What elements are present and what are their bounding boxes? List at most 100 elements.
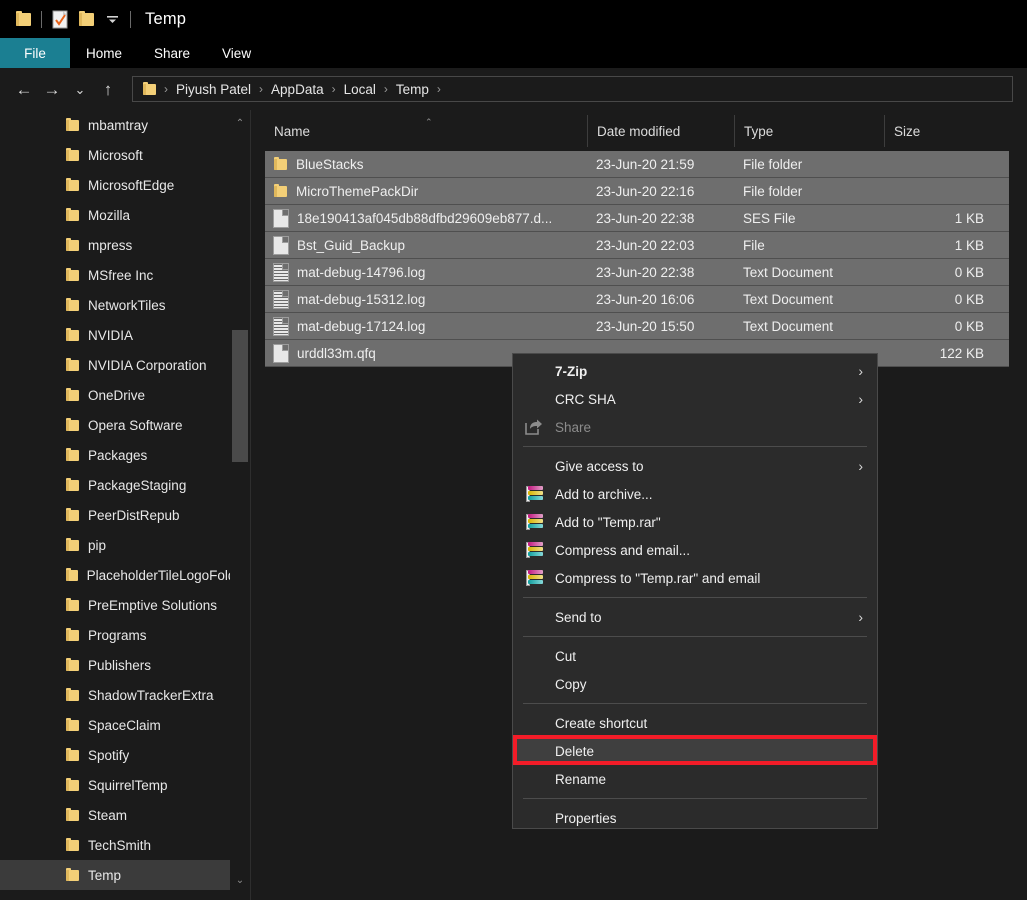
sidebar-item-placeholdertilelogofolder[interactable]: PlaceholderTileLogoFolder bbox=[0, 560, 230, 590]
breadcrumb-item-3[interactable]: Temp bbox=[392, 82, 433, 97]
sidebar-item-packagestaging[interactable]: PackageStaging bbox=[0, 470, 230, 500]
table-row[interactable]: BlueStacks23-Jun-20 21:59File folder bbox=[265, 151, 1009, 178]
tab-share[interactable]: Share bbox=[138, 38, 206, 68]
breadcrumb[interactable]: › Piyush Patel › AppData › Local › Temp … bbox=[132, 76, 1013, 102]
sidebar-item-publishers[interactable]: Publishers bbox=[0, 650, 230, 680]
folder-icon bbox=[66, 750, 79, 761]
sidebar-item-squirreltemp[interactable]: SquirrelTemp bbox=[0, 770, 230, 800]
sidebar-item-nvidia-corporation[interactable]: NVIDIA Corporation bbox=[0, 350, 230, 380]
breadcrumb-item-1[interactable]: AppData bbox=[267, 82, 328, 97]
back-icon[interactable]: ← bbox=[10, 75, 38, 103]
breadcrumb-separator-1: › bbox=[258, 82, 264, 96]
sidebar-item-temp[interactable]: Temp bbox=[0, 860, 230, 890]
cell-type: Text Document bbox=[734, 319, 884, 334]
table-row[interactable]: Bst_Guid_Backup23-Jun-20 22:03File1 KB bbox=[265, 232, 1009, 259]
sidebar-item-msfree-inc[interactable]: MSfree Inc bbox=[0, 260, 230, 290]
folder-icon bbox=[66, 300, 79, 311]
column-header-type[interactable]: Type bbox=[734, 115, 884, 147]
sidebar-item-mozilla[interactable]: Mozilla bbox=[0, 200, 230, 230]
table-row[interactable]: 18e190413af045db88dfbd29609eb877.d...23-… bbox=[265, 205, 1009, 232]
menu-item-copy[interactable]: Copy bbox=[513, 670, 877, 698]
cell-size: 0 KB bbox=[884, 265, 996, 280]
column-header-name[interactable]: Name ⌃ bbox=[265, 115, 587, 147]
menu-item-share: Share bbox=[513, 413, 877, 441]
winrar-icon bbox=[513, 570, 555, 586]
folder-icon bbox=[66, 120, 79, 131]
toolbar-divider-2 bbox=[130, 11, 131, 28]
scroll-up-icon[interactable]: ⌃ bbox=[230, 113, 250, 133]
title-bar: Temp bbox=[0, 0, 1027, 38]
tab-file[interactable]: File bbox=[0, 38, 70, 68]
sidebar-item-shadowtrackerextra[interactable]: ShadowTrackerExtra bbox=[0, 680, 230, 710]
sidebar-item-spotify[interactable]: Spotify bbox=[0, 740, 230, 770]
forward-icon[interactable]: → bbox=[38, 75, 66, 103]
recent-locations-icon[interactable]: ⌄ bbox=[66, 75, 94, 103]
folder-icon bbox=[66, 180, 79, 191]
menu-item-compress-and-email[interactable]: Compress and email... bbox=[513, 536, 877, 564]
sidebar-item-microsoftedge[interactable]: MicrosoftEdge bbox=[0, 170, 230, 200]
menu-item-give-access-to[interactable]: Give access to› bbox=[513, 452, 877, 480]
menu-item-add-to-archive[interactable]: Add to archive... bbox=[513, 480, 877, 508]
menu-item-properties[interactable]: Properties bbox=[513, 804, 877, 832]
sidebar-item-label: NVIDIA Corporation bbox=[88, 358, 207, 373]
menu-item-rename[interactable]: Rename bbox=[513, 765, 877, 793]
tab-home[interactable]: Home bbox=[70, 38, 138, 68]
cell-type: File folder bbox=[734, 184, 884, 199]
table-row[interactable]: mat-debug-15312.log23-Jun-20 16:06Text D… bbox=[265, 286, 1009, 313]
menu-item-label: Rename bbox=[555, 772, 877, 787]
sidebar-item-opera-software[interactable]: Opera Software bbox=[0, 410, 230, 440]
sidebar-item-steam[interactable]: Steam bbox=[0, 800, 230, 830]
sidebar-item-onedrive[interactable]: OneDrive bbox=[0, 380, 230, 410]
navigation-pane[interactable]: mbamtrayMicrosoftMicrosoftEdge Mozilla mpr… bbox=[0, 110, 230, 900]
column-header-date[interactable]: Date modified bbox=[587, 115, 734, 147]
tab-view[interactable]: View bbox=[206, 38, 267, 68]
table-row[interactable]: mat-debug-17124.log23-Jun-20 15:50Text D… bbox=[265, 313, 1009, 340]
properties-icon[interactable] bbox=[47, 6, 73, 32]
sidebar-item-microsoft[interactable]: Microsoft bbox=[0, 140, 230, 170]
sidebar-item-mpress[interactable]: mpress bbox=[0, 230, 230, 260]
menu-item-7-zip[interactable]: 7-Zip› bbox=[513, 357, 877, 385]
menu-item-create-shortcut[interactable]: Create shortcut bbox=[513, 709, 877, 737]
sidebar-item-techsmith[interactable]: TechSmith bbox=[0, 830, 230, 860]
sidebar-item-label: Packages bbox=[88, 448, 147, 463]
sidebar-item-networktiles[interactable]: NetworkTiles bbox=[0, 290, 230, 320]
scroll-down-icon[interactable]: ⌄ bbox=[230, 870, 250, 890]
sidebar-item-pip[interactable]: pip bbox=[0, 530, 230, 560]
menu-item-compress-to-temp-rar-and-email[interactable]: Compress to "Temp.rar" and email bbox=[513, 564, 877, 592]
file-icon bbox=[274, 237, 288, 254]
folder-icon bbox=[66, 780, 79, 791]
sidebar-item-peerdistrepub[interactable]: PeerDistRepub bbox=[0, 500, 230, 530]
folder-icon[interactable] bbox=[10, 6, 36, 32]
menu-item-crc-sha[interactable]: CRC SHA› bbox=[513, 385, 877, 413]
table-row[interactable]: mat-debug-14796.log23-Jun-20 22:38Text D… bbox=[265, 259, 1009, 286]
context-menu[interactable]: 7-Zip›CRC SHA›ShareGive access to›Add to… bbox=[512, 353, 878, 829]
winrar-icon bbox=[513, 542, 555, 558]
menu-item-delete[interactable]: Delete bbox=[513, 737, 877, 765]
sidebar-item-packages[interactable]: Packages bbox=[0, 440, 230, 470]
folder-icon bbox=[66, 600, 79, 611]
cell-type: Text Document bbox=[734, 265, 884, 280]
sidebar-item-label: Mozilla bbox=[88, 208, 130, 223]
column-header-size[interactable]: Size bbox=[884, 115, 984, 147]
sidebar-item-programs[interactable]: Programs bbox=[0, 620, 230, 650]
folder-icon bbox=[274, 159, 287, 170]
menu-item-cut[interactable]: Cut bbox=[513, 642, 877, 670]
sidebar-item-preemptive-solutions[interactable]: PreEmptive Solutions bbox=[0, 590, 230, 620]
sidebar-item-spaceclaim[interactable]: SpaceClaim bbox=[0, 710, 230, 740]
breadcrumb-item-0[interactable]: Piyush Patel bbox=[172, 82, 255, 97]
new-folder-icon[interactable] bbox=[73, 6, 99, 32]
scrollbar-thumb[interactable] bbox=[232, 330, 248, 462]
sidebar-scrollbar[interactable]: ⌃ ⌄ bbox=[230, 110, 250, 900]
up-icon[interactable]: ↑ bbox=[94, 75, 122, 103]
breadcrumb-item-2[interactable]: Local bbox=[340, 82, 380, 97]
table-row[interactable]: MicroThemePackDir23-Jun-20 22:16File fol… bbox=[265, 178, 1009, 205]
sidebar-item-mbamtray[interactable]: mbamtray bbox=[0, 110, 230, 140]
sidebar-item-label: PeerDistRepub bbox=[88, 508, 180, 523]
menu-item-send-to[interactable]: Send to› bbox=[513, 603, 877, 631]
chevron-down-icon[interactable] bbox=[99, 6, 125, 32]
sidebar-item-nvidia[interactable]: NVIDIA bbox=[0, 320, 230, 350]
column-header-row: Name ⌃ Date modified Type Size bbox=[265, 115, 1009, 147]
menu-item-label: Give access to bbox=[555, 459, 877, 474]
cell-type: SES File bbox=[734, 211, 884, 226]
menu-item-add-to-temp-rar[interactable]: Add to "Temp.rar" bbox=[513, 508, 877, 536]
